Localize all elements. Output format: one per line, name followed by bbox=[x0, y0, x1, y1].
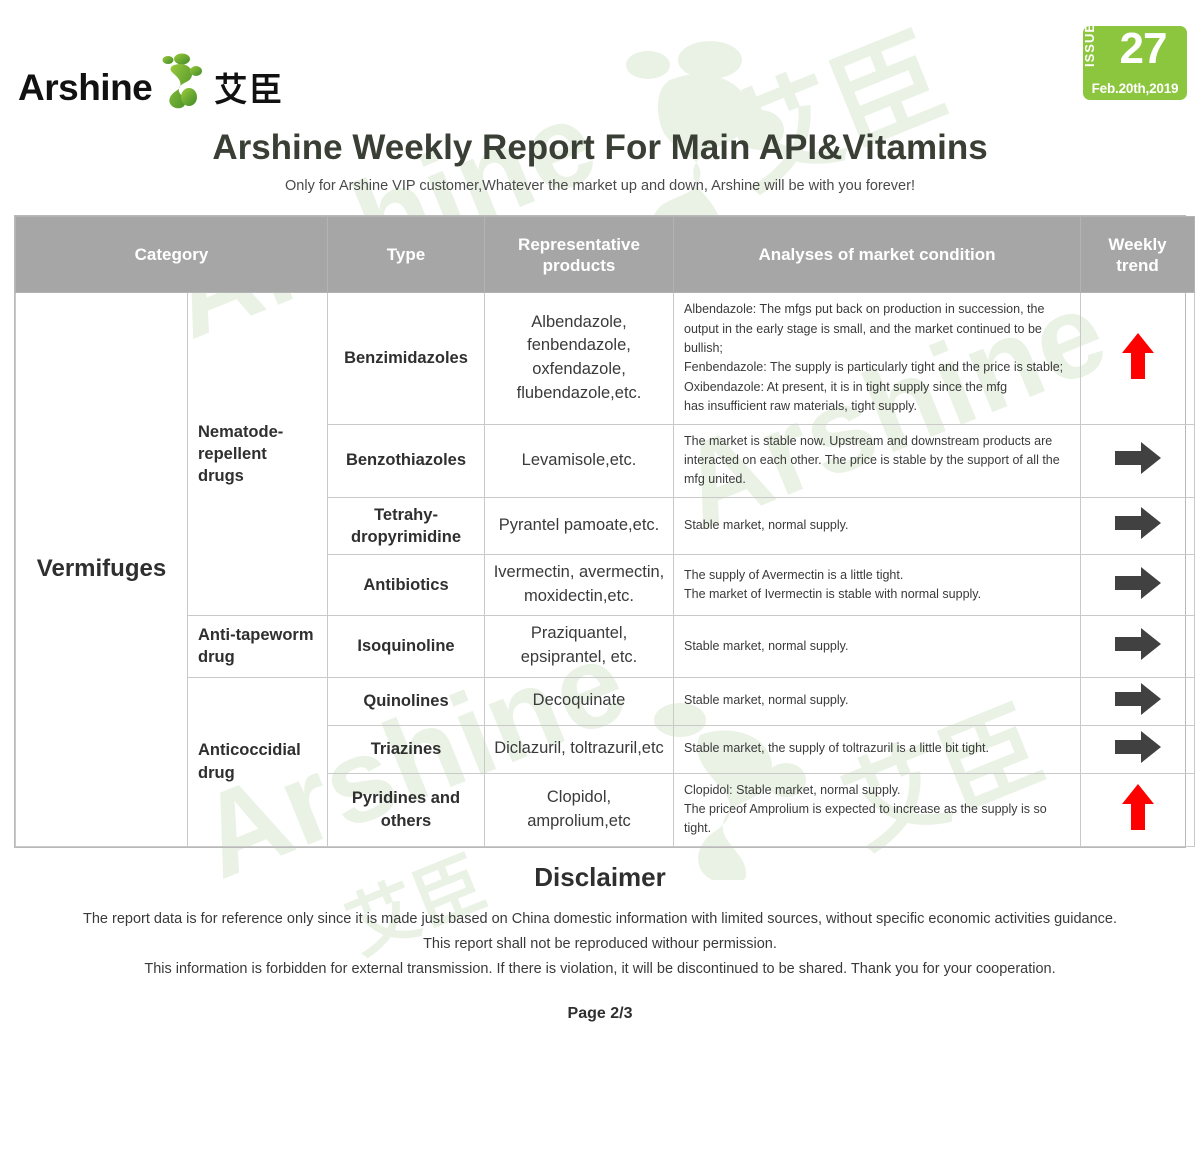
column-header-analyses: Analyses of market condition bbox=[673, 216, 1081, 294]
brand-logo: Arshine 艾臣 bbox=[18, 50, 285, 109]
cell-type: Quinolines bbox=[327, 676, 485, 726]
page-header: Arshine 艾臣 ISSUE 27 Feb.20th,2019 bbox=[0, 0, 1200, 118]
cell-category: Vermifuges bbox=[15, 292, 188, 847]
cell-representative-products: Clopidol, amprolium,etc bbox=[484, 772, 674, 847]
cell-analyses: Stable market, normal supply. bbox=[673, 615, 1081, 678]
cell-weekly-trend bbox=[1080, 554, 1195, 616]
report-table-container: Category Type Representative products An… bbox=[14, 215, 1195, 848]
cell-type: Antibiotics bbox=[327, 554, 485, 616]
cell-analyses: Clopidol: Stable market, normal supply. T… bbox=[673, 772, 1081, 847]
page-subtitle: Only for Arshine VIP customer,Whatever t… bbox=[285, 178, 915, 195]
cell-subcategory: Anticoccidial drug bbox=[187, 676, 328, 847]
cell-type: Benzimidazoles bbox=[327, 292, 485, 425]
cell-analyses: Albendazole: The mfgs put back on produc… bbox=[673, 292, 1081, 425]
cell-weekly-trend bbox=[1080, 676, 1195, 726]
cell-type: Tetrahy-dropyrimidine bbox=[327, 496, 485, 556]
trend-arrow-up-icon bbox=[1121, 331, 1155, 386]
disclaimer-title: Disclaimer bbox=[534, 861, 666, 892]
column-header-category: Category bbox=[15, 216, 328, 294]
cell-weekly-trend bbox=[1080, 724, 1195, 774]
cell-weekly-trend bbox=[1080, 772, 1195, 847]
trend-arrow-flat-icon bbox=[1113, 506, 1163, 545]
trend-arrow-flat-icon bbox=[1113, 682, 1163, 721]
cell-weekly-trend bbox=[1080, 615, 1195, 678]
table-header-row: Category Type Representative products An… bbox=[15, 216, 1195, 294]
table-row: Anti-tapeworm drug Isoquinoline Praziquant… bbox=[16, 615, 1195, 678]
brand-logo-wordmark: Arshine bbox=[18, 67, 153, 108]
table-row: Vermifuges Nematode-repellent drugs Benzim… bbox=[15, 292, 1195, 847]
table-header: Category Type Representative products An… bbox=[15, 216, 1195, 294]
cell-analyses: Stable market, normal supply. bbox=[673, 676, 1081, 726]
column-header-weekly-trend: Weekly trend bbox=[1080, 216, 1195, 294]
cell-type: Pyridines and others bbox=[327, 772, 485, 847]
trend-arrow-flat-icon bbox=[1113, 566, 1163, 605]
cell-type: Isoquinoline bbox=[327, 615, 485, 678]
table-row: Anticoccidial drug Quinolines Decoquinate S… bbox=[16, 676, 1195, 847]
cell-representative-products: Ivermectin, avermectin, moxidectin,etc. bbox=[484, 554, 674, 616]
cell-representative-products: Albendazole, fenbendazole, oxfendazole, … bbox=[484, 292, 674, 425]
table-body: Vermifuges Nematode-repellent drugs Benzim… bbox=[15, 292, 1195, 847]
trend-arrow-up-icon bbox=[1121, 782, 1155, 837]
cell-weekly-trend bbox=[1080, 423, 1195, 498]
cell-type: Benzothiazoles bbox=[327, 423, 485, 498]
cell-analyses: Stable market, normal supply. bbox=[673, 496, 1081, 556]
cell-representative-products: Decoquinate bbox=[484, 676, 674, 726]
cell-representative-products: Diclazuril, toltrazuril,etc bbox=[484, 724, 674, 774]
issue-date: Feb.20th,2019 bbox=[1091, 81, 1179, 96]
cell-analyses: Stable market, the supply of toltrazuril… bbox=[673, 724, 1081, 774]
trend-arrow-flat-icon bbox=[1113, 627, 1163, 666]
disclaimer-line: This information is forbidden for extern… bbox=[144, 961, 1056, 978]
cell-representative-products: Pyrantel pamoate,etc. bbox=[484, 496, 674, 556]
cell-subcategory: Anti-tapeworm drug bbox=[187, 615, 328, 678]
title-block: Arshine Weekly Report For Main API&Vitam… bbox=[0, 128, 1200, 194]
column-header-representative-products: Representative products bbox=[484, 216, 674, 294]
cell-analyses: The supply of Avermectin is a little tig… bbox=[673, 554, 1081, 616]
page-number: Page 2/3 bbox=[567, 1004, 633, 1022]
cell-subcategory: Nematode-repellent drugs bbox=[187, 292, 328, 616]
column-header-type: Type bbox=[327, 216, 485, 294]
issue-label: ISSUE bbox=[1083, 26, 1097, 67]
cell-weekly-trend bbox=[1080, 292, 1195, 425]
trend-arrow-flat-icon bbox=[1113, 441, 1163, 480]
issue-number: 27 bbox=[1119, 26, 1168, 73]
trend-arrow-flat-icon bbox=[1113, 730, 1163, 769]
brand-logo-chinese: 艾臣 bbox=[214, 70, 285, 109]
cell-type: Triazines bbox=[327, 724, 485, 774]
page-title: Arshine Weekly Report For Main API&Vitam… bbox=[212, 128, 988, 167]
cell-analyses: The market is stable now. Upstream and d… bbox=[673, 423, 1081, 498]
disclaimer-block: Disclaimer The report data is for refere… bbox=[0, 862, 1200, 983]
disclaimer-line: This report shall not be reproduced with… bbox=[423, 936, 777, 953]
arshine-molecule-logo-icon bbox=[158, 50, 204, 110]
report-table: Category Type Representative products An… bbox=[15, 216, 1195, 847]
cell-weekly-trend bbox=[1080, 496, 1195, 556]
cell-representative-products: Praziquantel, epsiprantel, etc. bbox=[484, 615, 674, 678]
issue-badge: ISSUE 27 Feb.20th,2019 bbox=[1083, 26, 1187, 100]
disclaimer-line: The report data is for reference only si… bbox=[82, 910, 1118, 927]
cell-representative-products: Levamisole,etc. bbox=[484, 423, 674, 498]
